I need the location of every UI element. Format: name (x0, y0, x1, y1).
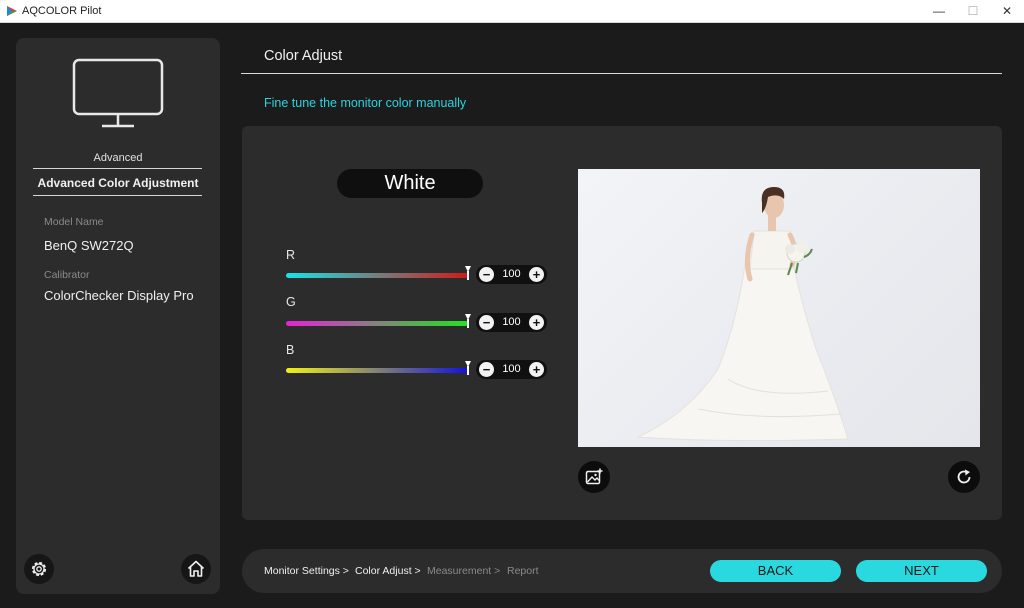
app-logo-icon (7, 6, 17, 16)
gear-icon (31, 561, 47, 577)
breadcrumb-report: Report (507, 565, 539, 577)
breadcrumb-monitor-settings[interactable]: Monitor Settings > (264, 565, 349, 577)
green-slider-thumb[interactable] (465, 314, 471, 328)
blue-value[interactable]: 100 (494, 363, 529, 375)
color-adjust-panel: White R − 100 + G − 100 + B − 100 + (242, 126, 1002, 520)
divider (33, 195, 202, 196)
maximize-button[interactable]: ☐ (956, 0, 990, 23)
green-increment-button[interactable]: + (529, 315, 544, 330)
calibrator-label: Calibrator (44, 269, 90, 281)
breadcrumb-measurement: Measurement > (427, 565, 501, 577)
sidebar-item-advanced-color-adjustment[interactable]: Advanced Color Adjustment (16, 176, 220, 190)
green-value[interactable]: 100 (494, 316, 529, 328)
preview-image (578, 169, 980, 447)
green-channel-label: G (286, 295, 296, 309)
red-value[interactable]: 100 (494, 268, 529, 280)
blue-stepper: − 100 + (476, 360, 547, 379)
minimize-button[interactable]: — (922, 0, 956, 23)
blue-decrement-button[interactable]: − (479, 362, 494, 377)
red-slider-track[interactable] (286, 273, 468, 278)
monitor-icon (72, 58, 164, 128)
blue-increment-button[interactable]: + (529, 362, 544, 377)
page-title: Color Adjust (264, 48, 343, 64)
reset-button[interactable] (948, 461, 980, 493)
green-decrement-button[interactable]: − (479, 315, 494, 330)
home-icon (187, 560, 205, 577)
reset-icon (957, 469, 971, 484)
breadcrumb-color-adjust[interactable]: Color Adjust > (355, 565, 421, 577)
back-button[interactable]: BACK (710, 560, 841, 582)
red-increment-button[interactable]: + (529, 267, 544, 282)
title-bar: AQCOLOR Pilot — ☐ ✕ (0, 0, 1024, 23)
divider (241, 73, 1002, 74)
add-image-button[interactable] (578, 461, 610, 493)
blue-channel-label: B (286, 343, 295, 357)
add-image-icon (585, 468, 603, 485)
model-name-label: Model Name (44, 216, 104, 228)
red-channel-label: R (286, 248, 296, 262)
settings-button[interactable] (24, 554, 54, 584)
green-slider-track[interactable] (286, 321, 468, 326)
blue-slider-thumb[interactable] (465, 361, 471, 375)
green-stepper: − 100 + (476, 313, 547, 332)
window-title: AQCOLOR Pilot (22, 5, 102, 17)
red-slider-thumb[interactable] (465, 266, 471, 280)
bride-photo (637, 187, 849, 442)
home-button[interactable] (181, 554, 211, 584)
model-name-value: BenQ SW272Q (44, 238, 134, 253)
red-decrement-button[interactable]: − (479, 267, 494, 282)
sidebar-section-label: Advanced (93, 152, 143, 164)
divider (33, 168, 202, 169)
mode-selector[interactable]: White (337, 169, 483, 198)
footer-bar: Monitor Settings > Color Adjust > Measur… (242, 549, 1002, 593)
page-subtitle: Fine tune the monitor color manually (264, 96, 467, 110)
calibrator-value: ColorChecker Display Pro (44, 288, 194, 303)
sidebar: Advanced Advanced Color Adjustment Model… (16, 38, 220, 594)
next-button[interactable]: NEXT (856, 560, 987, 582)
close-button[interactable]: ✕ (990, 0, 1024, 23)
red-stepper: − 100 + (476, 265, 547, 284)
blue-slider-track[interactable] (286, 368, 468, 373)
